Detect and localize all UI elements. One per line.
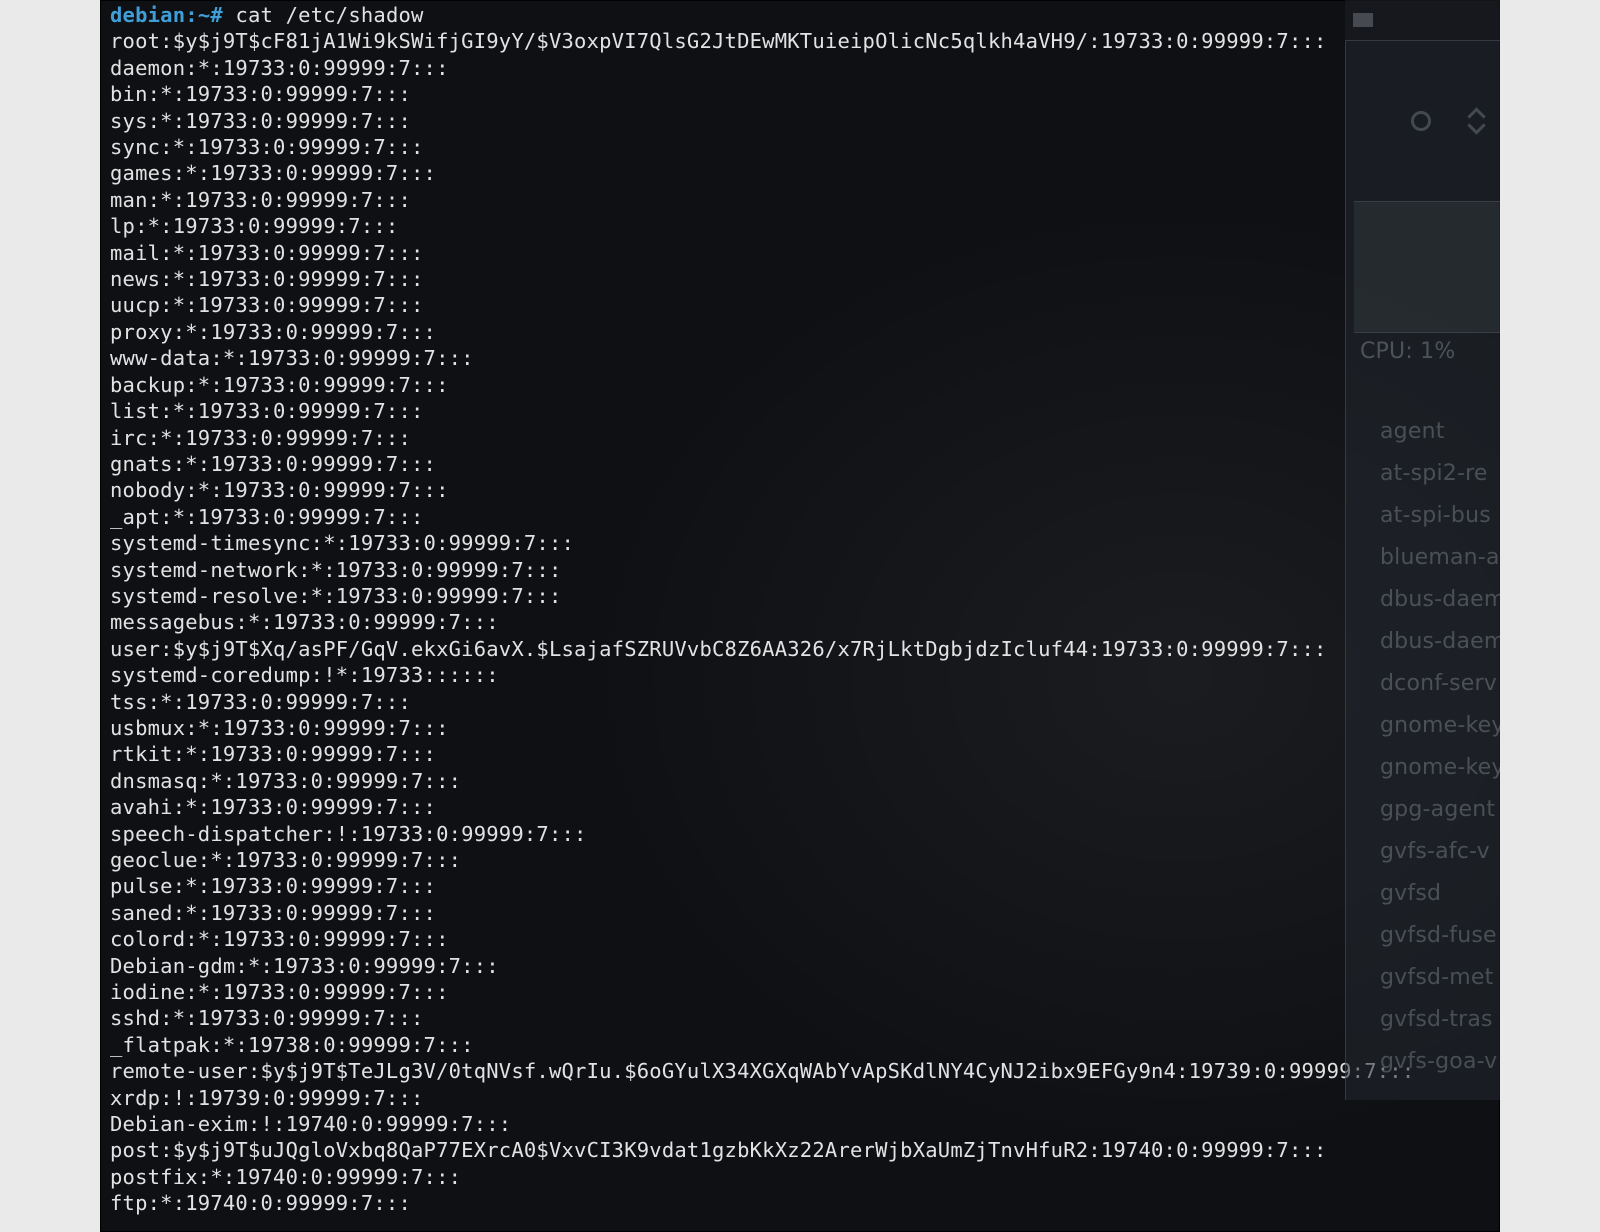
prompt-symbol: # bbox=[210, 3, 223, 27]
side-panel-tabbar bbox=[1345, 0, 1500, 40]
tab-icon bbox=[1353, 13, 1373, 27]
prompt-sep: : bbox=[185, 3, 198, 27]
prompt-host: debian bbox=[110, 3, 185, 27]
page-left-margin bbox=[0, 0, 100, 1232]
terminal-output: root:$y$j9T$cF81jA1Wi9kSWifjGI9yY/$V3oxp… bbox=[110, 29, 1414, 1215]
terminal-text-area[interactable]: debian:~# cat /etc/shadow root:$y$j9T$cF… bbox=[100, 0, 1500, 1227]
terminal-window[interactable]: debian:~# cat /etc/shadow root:$y$j9T$cF… bbox=[100, 0, 1500, 1232]
typed-command: cat /etc/shadow bbox=[235, 3, 423, 27]
prompt-path: ~ bbox=[198, 3, 211, 27]
